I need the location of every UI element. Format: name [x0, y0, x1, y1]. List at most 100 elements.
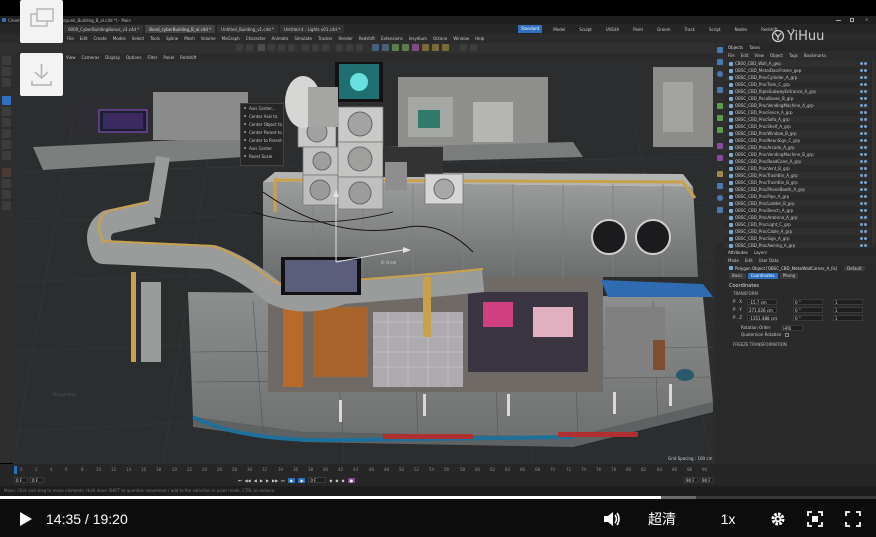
objects-menu-view[interactable]: View — [751, 53, 767, 58]
subtab-basic[interactable]: Basic — [729, 273, 746, 279]
menu-render[interactable]: Render — [335, 36, 355, 41]
layout-script[interactable]: Script — [706, 27, 724, 32]
environment-icon[interactable] — [717, 171, 723, 177]
list-item[interactable]: OBSC_CBD_ProcSign_A_grp — [725, 235, 870, 242]
list-item[interactable]: OBSC_CBD_MetalDoorFrame_gep — [725, 67, 870, 74]
texture-mode-icon[interactable] — [2, 118, 11, 127]
list-item[interactable]: OBSC_CBD_ProcCable_A_grp — [725, 228, 870, 235]
snap-mode-icon[interactable] — [2, 190, 11, 199]
list-item[interactable]: OBSC_CBD_ProcLadder_B_grp — [725, 200, 870, 207]
list-item[interactable]: OBSC_CBD_ProcVent_B_grp — [725, 165, 870, 172]
tab-attributes[interactable]: Attributes — [725, 250, 751, 255]
last-frame-icon[interactable]: ⏭ — [281, 478, 285, 483]
prev-frame-icon[interactable]: ◀ — [254, 478, 257, 483]
vp-menu-display[interactable]: Display — [102, 55, 123, 60]
next-key-icon[interactable]: ▶▶ — [272, 478, 278, 483]
brush-icon[interactable] — [2, 201, 11, 210]
objects-menu-tags[interactable]: Tags — [786, 53, 801, 58]
null-object-icon[interactable] — [717, 47, 723, 53]
list-item[interactable]: OBSC_CBD_RipleSubwayEntrance_A_grp — [725, 88, 870, 95]
pos-x-field[interactable]: -15.7 cm — [747, 298, 777, 305]
select-icon[interactable] — [2, 67, 11, 76]
render-view-icon[interactable] — [336, 44, 343, 51]
object-list-scrollbar[interactable] — [872, 60, 875, 245]
default-dropdown[interactable]: Default — [844, 265, 865, 271]
start-frame-field[interactable]: 0 F — [14, 477, 28, 483]
volume-button[interactable] — [600, 508, 624, 530]
edges-mode-icon[interactable] — [2, 140, 11, 149]
next-frame-icon[interactable]: ▶ — [266, 478, 269, 483]
list-item[interactable]: OBSC_CBD_ProcBench_A_grp — [725, 207, 870, 214]
current-frame-field[interactable]: 0 F — [308, 477, 327, 483]
x-axis-icon[interactable] — [302, 44, 309, 51]
progress-track[interactable] — [0, 496, 876, 499]
z-axis-icon[interactable] — [322, 44, 329, 51]
generator-icon[interactable] — [717, 103, 723, 109]
undo-icon[interactable] — [236, 44, 243, 51]
list-item[interactable]: OBSC_CBD_ProcTank_C_grp — [725, 81, 870, 88]
rot-h-field[interactable]: 0 ° — [793, 298, 823, 305]
menu-select[interactable]: Select — [129, 36, 147, 41]
settings-button[interactable] — [767, 508, 789, 530]
key-rotation-icon[interactable]: ◆ — [335, 478, 338, 483]
layout-model[interactable]: Model — [550, 27, 568, 32]
menu-volume[interactable]: Volume — [198, 36, 219, 41]
autokey-icon[interactable]: ◉ — [297, 477, 306, 483]
menu-mograph[interactable]: MoGraph — [219, 36, 243, 41]
list-item[interactable]: OBSC_CBD_ProcCylinder_A_grp — [725, 74, 870, 81]
scale-z-field[interactable]: 1 — [833, 314, 863, 321]
render-settings-icon[interactable] — [356, 44, 363, 51]
list-item[interactable]: OBSC_CBD_ProcFence_A_grp — [725, 109, 870, 116]
polygons-mode-icon[interactable] — [2, 151, 11, 160]
fullscreen-button[interactable] — [842, 508, 864, 530]
list-item[interactable]: OBSC_CBD_ProcAntenna_A_grp — [725, 214, 870, 221]
list-item[interactable]: OBSC_CBD_ProcTrashBin_B_grp — [725, 179, 870, 186]
objects-menu-object[interactable]: Object — [767, 53, 786, 58]
bend-icon[interactable] — [717, 143, 723, 149]
record-mode-icon[interactable]: ◆ — [287, 477, 295, 483]
subdivision-icon[interactable] — [392, 44, 399, 51]
ctx-item-5[interactable]: Center to Parent — [241, 136, 283, 144]
3d-viewport[interactable]: Axis Center... Center Axis to Center Obj… — [13, 62, 715, 464]
menu-file[interactable]: File — [64, 36, 77, 41]
pen-icon[interactable] — [382, 44, 389, 51]
list-item[interactable]: OBSC_CBD_ProcLight_C_grp — [725, 221, 870, 228]
cloner-icon[interactable] — [402, 44, 409, 51]
pos-y-field[interactable]: 271.026 cm — [747, 306, 777, 313]
magnify-icon[interactable] — [2, 56, 11, 65]
layout-track[interactable]: Track — [682, 27, 698, 32]
list-item[interactable]: OBSC_CBD_ProcPipe_A_grp — [725, 193, 870, 200]
scale-y-field[interactable]: 1 — [833, 306, 863, 313]
doc-tab-2[interactable]: Bond_cyberBuilding_B_ol.c4d * — [145, 25, 216, 33]
lasso-icon[interactable] — [2, 78, 11, 87]
close-icon[interactable]: ✕ — [865, 17, 868, 22]
rotate-icon[interactable] — [288, 44, 295, 51]
ctx-item-6[interactable]: Axis Center — [241, 144, 283, 152]
web-fullscreen-button[interactable] — [804, 508, 826, 530]
objects-menu-bookmarks[interactable]: Bookmarks — [801, 53, 829, 58]
menu-modes[interactable]: Modes — [110, 36, 129, 41]
menu-spline[interactable]: Spline — [163, 36, 181, 41]
rotation-order-dropdown[interactable]: HPB — [781, 324, 803, 331]
doc-tab-1[interactable]: 0000_CyberBuildingBonus_v3.c4d * — [64, 25, 144, 33]
ctx-item-3[interactable]: Center Object to — [241, 120, 283, 128]
rot-p-field[interactable]: 0 ° — [793, 306, 823, 313]
layout-standard[interactable]: Standard — [518, 25, 543, 33]
end-frame-field[interactable]: 90 F — [684, 477, 698, 483]
menu-help[interactable]: Help — [472, 36, 487, 41]
quaternion-checkbox[interactable] — [785, 332, 789, 337]
scene-light-icon[interactable] — [717, 195, 723, 201]
vp-menu-filter[interactable]: Filter — [144, 55, 160, 60]
objects-menu-file[interactable]: File — [725, 53, 738, 58]
quality-button[interactable]: 超清 — [640, 508, 684, 530]
first-frame-icon[interactable]: ⏮ — [238, 478, 242, 483]
list-item[interactable]: OBSC_CBD_ProcVendingMachine_A_grp — [725, 102, 870, 109]
y-axis-icon[interactable] — [312, 44, 319, 51]
doc-tab-4[interactable]: Untitled 4 - Lights v01.c4d * — [279, 25, 345, 33]
list-item[interactable]: CB00_CBD_Wall_A_gep — [725, 60, 870, 67]
light-icon[interactable] — [442, 44, 449, 51]
snap-icon[interactable] — [460, 44, 467, 51]
ctx-item-7[interactable]: Reset Scale — [241, 152, 283, 160]
float-window-button[interactable] — [20, 0, 63, 43]
vp-menu-redshift[interactable]: Redshift — [177, 55, 199, 60]
